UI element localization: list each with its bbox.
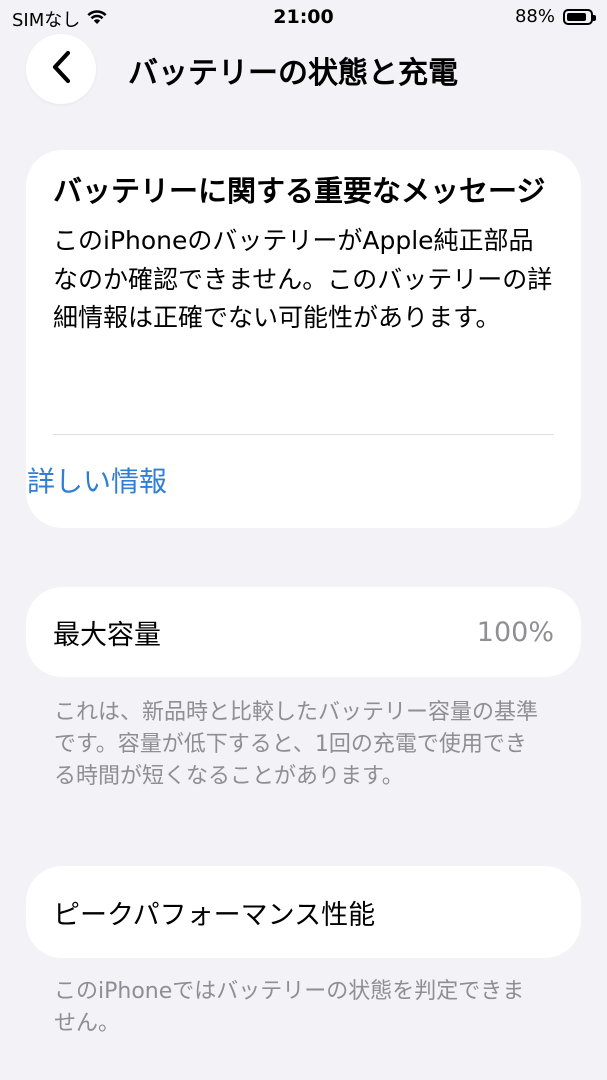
status-right: 88% xyxy=(514,6,596,27)
performance-footnote: このiPhoneではバッテリーの状態を判定できません。 xyxy=(54,979,525,1036)
status-bar: SIMなし 21:00 88% xyxy=(0,0,607,34)
chevron-left-icon xyxy=(50,50,72,88)
battery-icon xyxy=(563,8,596,25)
maximum-capacity-row: 最大容量 100% xyxy=(26,587,581,677)
capacity-label: 最大容量 xyxy=(53,619,161,651)
page-title: バッテリーの状態と充電 xyxy=(128,56,458,91)
battery-fill xyxy=(567,12,587,21)
learn-more-link[interactable]: 詳しい情報 xyxy=(27,460,167,500)
battery-percent: 88% xyxy=(514,6,555,27)
peak-performance-row: ピークパフォーマンス性能 xyxy=(26,866,581,958)
capacity-footnote: これは、新品時と比較したバッテリー容量の基準です。容量が低下すると、1回の充電で… xyxy=(54,700,539,789)
capacity-value: 100% xyxy=(476,616,554,648)
divider xyxy=(53,434,554,435)
message-body: このiPhoneのバッテリーがApple純正部品なのか確認できません。このバッテ… xyxy=(53,226,553,332)
performance-label: ピークパフォーマンス性能 xyxy=(53,899,376,931)
message-title: バッテリーに関する重要なメッセージ xyxy=(53,174,546,208)
back-button[interactable] xyxy=(26,34,96,104)
